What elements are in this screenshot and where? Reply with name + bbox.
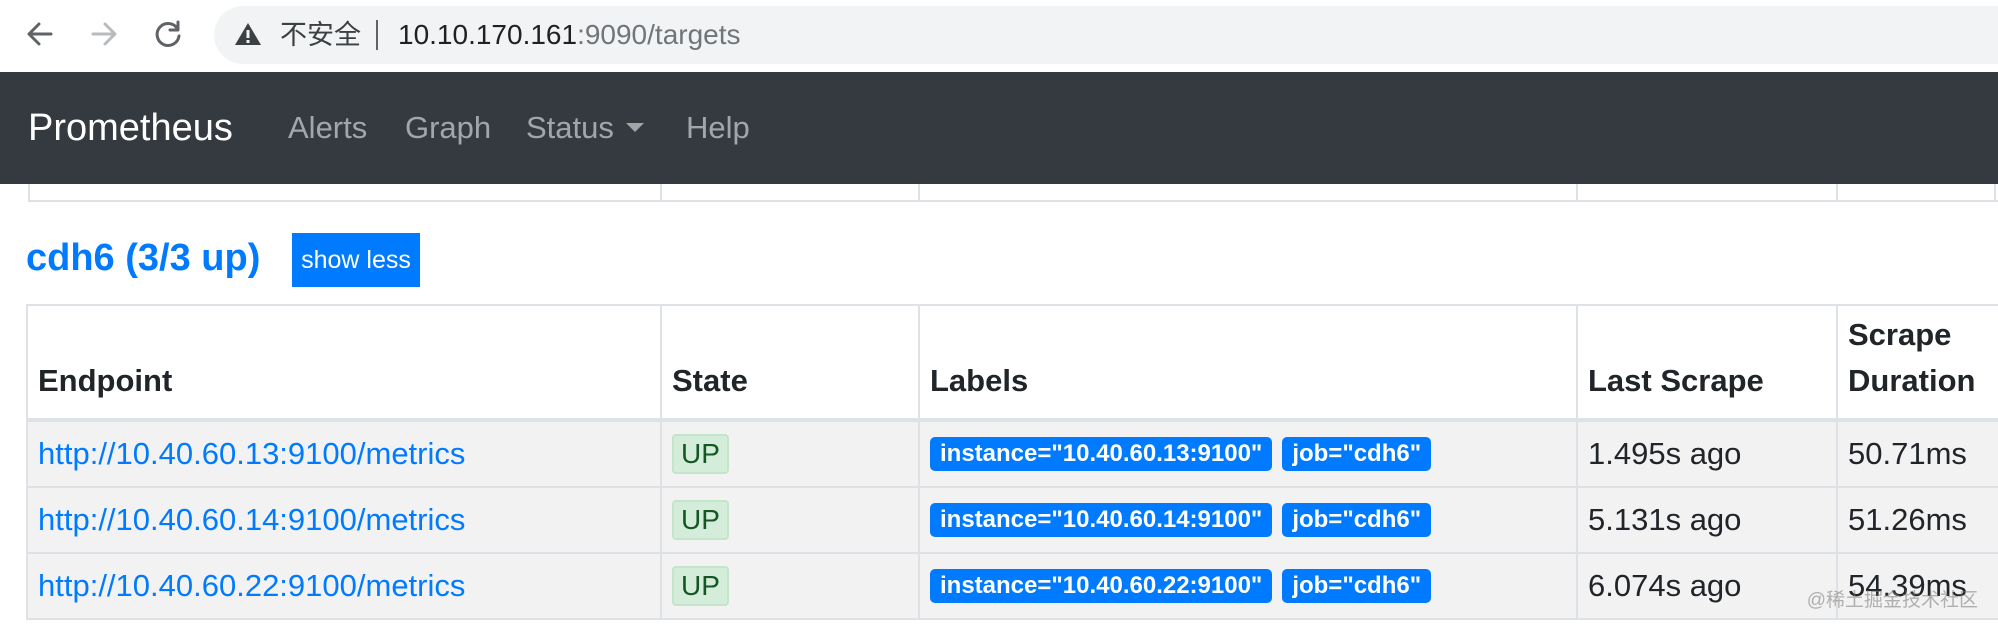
label-badge-job: job="cdh6" <box>1282 569 1432 603</box>
nav-link-graph[interactable]: Graph <box>405 110 491 146</box>
back-button[interactable] <box>16 12 64 56</box>
header-scrape-duration: Scrape Duration <box>1836 306 1998 418</box>
header-labels: Labels <box>918 306 1576 418</box>
column-label-line: Duration <box>1848 363 1976 398</box>
endpoint-cell: http://10.40.60.13:9100/metrics <box>26 422 660 486</box>
label-badge-job: job="cdh6" <box>1282 437 1432 471</box>
address-bar[interactable]: 不安全 10.10.170.161:9090/targets <box>214 6 1998 64</box>
state-cell: UP <box>660 422 918 486</box>
label-badge-instance: instance="10.40.60.14:9100" <box>930 503 1273 537</box>
targets-table: Endpoint State Labels Last Scrape Scrape… <box>26 304 1998 620</box>
state-badge: UP <box>672 500 729 540</box>
endpoint-link[interactable]: http://10.40.60.22:9100/metrics <box>38 568 465 604</box>
table-divider <box>28 184 30 200</box>
column-label: Labels <box>930 363 1029 398</box>
label-badge-instance: instance="10.40.60.22:9100" <box>930 569 1273 603</box>
warning-icon <box>235 23 261 45</box>
endpoint-link[interactable]: http://10.40.60.13:9100/metrics <box>38 436 465 472</box>
url-host: 10.10.170.161 <box>398 19 578 50</box>
nav-dropdown-status[interactable]: Status <box>526 110 644 146</box>
labels-cell: instance="10.40.60.22:9100" job="cdh6" <box>918 554 1576 618</box>
table-divider <box>1994 184 1996 200</box>
header-state: State <box>660 306 918 418</box>
divider <box>376 20 378 50</box>
forward-arrow-icon <box>91 22 117 46</box>
navbar: Prometheus Alerts Graph Status Help <box>0 72 1998 184</box>
column-label: Endpoint <box>38 363 173 398</box>
state-cell: UP <box>660 488 918 552</box>
reload-button[interactable] <box>144 12 192 56</box>
table-row: http://10.40.60.14:9100/metrics UP insta… <box>26 488 1998 554</box>
labels-cell: instance="10.40.60.14:9100" job="cdh6" <box>918 488 1576 552</box>
caret-down-icon <box>625 123 644 132</box>
last-scrape-value: 5.131s ago <box>1588 502 1742 537</box>
job-title[interactable]: cdh6 (3/3 up) <box>26 234 260 282</box>
last-scrape-value: 1.495s ago <box>1588 436 1742 471</box>
security-status: 不安全 <box>280 20 361 50</box>
table-divider <box>1576 184 1578 200</box>
header-endpoint: Endpoint <box>26 306 660 418</box>
watermark: @稀土掘金技术社区 <box>1806 590 1978 611</box>
state-cell: UP <box>660 554 918 618</box>
brand-link[interactable]: Prometheus <box>28 106 233 150</box>
column-label: Last Scrape <box>1588 363 1764 398</box>
back-arrow-icon <box>27 22 53 46</box>
label-badge-job: job="cdh6" <box>1282 503 1432 537</box>
nav-link-alerts[interactable]: Alerts <box>288 110 367 146</box>
url-path: :9090/targets <box>577 19 741 50</box>
nav-link-help[interactable]: Help <box>686 110 750 146</box>
endpoint-cell: http://10.40.60.22:9100/metrics <box>26 554 660 618</box>
table-divider <box>918 184 920 200</box>
duration-value: 51.26ms <box>1848 502 1967 537</box>
table-row: http://10.40.60.22:9100/metrics UP insta… <box>26 554 1998 620</box>
previous-table-bottom <box>28 184 1998 202</box>
labels-cell: instance="10.40.60.13:9100" job="cdh6" <box>918 422 1576 486</box>
duration-cell: 51.26ms <box>1836 488 1998 552</box>
table-row: http://10.40.60.13:9100/metrics UP insta… <box>26 422 1998 488</box>
last-scrape-value: 6.074s ago <box>1588 568 1742 603</box>
column-label-line: Scrape <box>1848 317 1952 352</box>
show-less-button[interactable]: show less <box>292 233 420 287</box>
last-scrape-cell: 6.074s ago <box>1576 554 1836 618</box>
state-badge: UP <box>672 566 729 606</box>
url-text[interactable]: 10.10.170.161:9090/targets <box>398 20 741 50</box>
column-label: Scrape Duration <box>1848 312 1975 404</box>
header-last-scrape: Last Scrape <box>1576 306 1836 418</box>
forward-button[interactable] <box>80 12 128 56</box>
endpoint-cell: http://10.40.60.14:9100/metrics <box>26 488 660 552</box>
table-header: Endpoint State Labels Last Scrape Scrape… <box>26 306 1998 422</box>
table-divider <box>1836 184 1838 200</box>
nav-link-status-label: Status <box>526 110 614 145</box>
table-divider <box>660 184 662 200</box>
reload-icon <box>155 20 181 47</box>
last-scrape-cell: 5.131s ago <box>1576 488 1836 552</box>
last-scrape-cell: 1.495s ago <box>1576 422 1836 486</box>
duration-cell: 50.71ms <box>1836 422 1998 486</box>
endpoint-link[interactable]: http://10.40.60.14:9100/metrics <box>38 502 465 538</box>
duration-value: 50.71ms <box>1848 436 1967 471</box>
column-label: State <box>672 363 748 398</box>
state-badge: UP <box>672 434 729 474</box>
label-badge-instance: instance="10.40.60.13:9100" <box>930 437 1273 471</box>
browser-toolbar: 不安全 10.10.170.161:9090/targets <box>0 0 1998 72</box>
